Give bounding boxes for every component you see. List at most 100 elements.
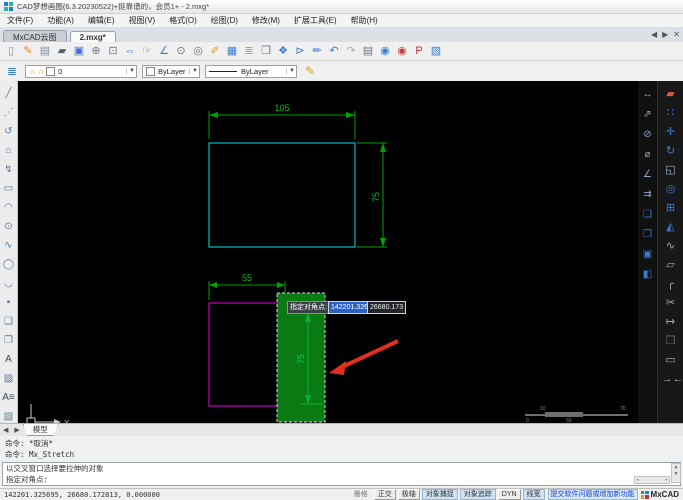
paste-object-icon[interactable]: ▣ <box>640 245 656 265</box>
text-style-icon[interactable]: ≣ <box>241 43 257 59</box>
copy-object-icon[interactable]: ❒ <box>640 225 656 245</box>
extend-icon[interactable]: ↦ <box>662 313 680 332</box>
mtext-icon[interactable]: A≡ <box>2 388 16 407</box>
send-display-icon[interactable]: ⊳ <box>292 43 308 59</box>
web-icon[interactable]: ◉ <box>377 43 393 59</box>
arc-3point-icon[interactable]: ◠ <box>2 198 16 217</box>
rotate-icon[interactable]: ↻ <box>662 142 680 161</box>
print-icon[interactable]: ▤ <box>360 43 376 59</box>
command-window[interactable]: 命令: *取消* 命令: Mx_Stretch 以交叉窗口选择要拉伸的对象 指定对角… <box>0 436 683 488</box>
dim-continue-icon[interactable]: ⇉ <box>640 185 656 205</box>
scale-icon[interactable]: ◱ <box>662 161 680 180</box>
image-export-icon[interactable]: ▧ <box>428 43 444 59</box>
menu-format[interactable]: 格式(O) <box>162 15 204 26</box>
explode-icon[interactable]: ❒ <box>662 332 680 351</box>
xline-icon[interactable]: ⋰ <box>2 103 16 122</box>
command-vscrollbar[interactable]: ▲ ▼ <box>671 463 681 483</box>
zoom-window-icon[interactable]: ⊡ <box>105 43 121 59</box>
dyn-input-x[interactable]: 142201.326 <box>328 301 371 314</box>
move-icon[interactable]: ✛ <box>662 123 680 142</box>
array-icon[interactable]: ⊞ <box>662 199 680 218</box>
menu-file[interactable]: 文件(F) <box>0 15 40 26</box>
image-icon[interactable]: ▨ <box>2 369 16 388</box>
status-dyn[interactable]: DYN <box>497 489 521 500</box>
menu-help[interactable]: 帮助(H) <box>344 15 385 26</box>
copy-clip-icon[interactable]: ❐ <box>258 43 274 59</box>
dim-radius-icon[interactable]: ⊘ <box>640 125 656 145</box>
copy-icon[interactable]: ∷ <box>662 104 680 123</box>
linetype-combo[interactable]: ByLayer ▼ <box>205 64 297 78</box>
open-folder-icon[interactable]: ▰ <box>54 43 70 59</box>
feedback-link[interactable]: 提交软件问题或增加新功能 <box>547 489 638 500</box>
save-icon[interactable]: ▤ <box>37 43 53 59</box>
spline-edit-icon[interactable]: ∿ <box>662 237 680 256</box>
menu-modify[interactable]: 修改(M) <box>245 15 287 26</box>
block-edit-icon[interactable]: ❒ <box>2 331 16 350</box>
drawing-canvas[interactable]: 105 75 55 75 0 10 50 70 指定对角点: 142201.32… <box>18 81 638 423</box>
join-icon[interactable]: →← <box>662 370 683 389</box>
dim-diameter-icon[interactable]: ⌀ <box>640 145 656 165</box>
polygon-icon[interactable]: ⌂ <box>2 141 16 160</box>
paste-block-icon[interactable]: ◧ <box>640 265 656 285</box>
fillet-icon[interactable]: ╭ <box>662 275 680 294</box>
ellipse-arc-icon[interactable]: ◡ <box>2 274 16 293</box>
stretch-icon[interactable]: ▱ <box>662 256 680 275</box>
status-osnap[interactable]: 对象捕捉 <box>421 489 458 500</box>
status-polar[interactable]: 极轴 <box>397 489 420 500</box>
entity-rectangle-top[interactable] <box>208 142 356 248</box>
circle-icon[interactable]: ⊙ <box>2 217 16 236</box>
command-hscrollbar[interactable]: ◂ ▸ <box>634 476 670 484</box>
draworder-pencil-icon[interactable]: ✎ <box>302 63 318 79</box>
redo-icon[interactable]: ↷ <box>343 43 359 59</box>
find-icon[interactable]: ◎ <box>190 43 206 59</box>
status-grid[interactable]: 栅格 <box>350 489 372 500</box>
new-file-icon[interactable]: ▯ <box>3 43 19 59</box>
rectangle-icon[interactable]: ▭ <box>2 179 16 198</box>
zoom-in-icon[interactable]: ⊕ <box>88 43 104 59</box>
command-input-area[interactable]: 以交叉窗口选择要拉伸的对象 指定对角点: <box>2 462 681 486</box>
menu-express-tools[interactable]: 扩展工具(E) <box>287 15 344 26</box>
arc-icon[interactable]: ↺ <box>2 122 16 141</box>
menu-edit[interactable]: 编辑(E) <box>81 15 122 26</box>
zoom-object-icon[interactable]: ⊙ <box>173 43 189 59</box>
dim-angular-icon[interactable]: ∠ <box>640 165 656 185</box>
table-icon[interactable]: ▦ <box>224 43 240 59</box>
status-lineweight[interactable]: 线宽 <box>522 489 545 500</box>
web-publish-icon[interactable]: ◉ <box>394 43 410 59</box>
ellipse-icon[interactable]: ◯ <box>2 255 16 274</box>
layout-next-icon[interactable]: ▶ <box>11 426 22 434</box>
status-otrack[interactable]: 对象追踪 <box>459 489 496 500</box>
mirror-icon[interactable]: ◭ <box>662 218 680 237</box>
entity-rectangle-bottom[interactable] <box>208 302 286 407</box>
annotate-save-icon[interactable]: ✏ <box>309 43 325 59</box>
measure-icon[interactable]: ∠ <box>156 43 172 59</box>
save-as-icon[interactable]: ▣ <box>71 43 87 59</box>
layer-manager-icon[interactable]: ≣ <box>4 63 20 79</box>
layer-combo[interactable]: ☼ ∩ 0 ▼ <box>25 64 137 78</box>
erase-icon[interactable]: ▰ <box>662 85 680 104</box>
tab-next-icon[interactable]: ▶ <box>662 30 668 39</box>
menu-view[interactable]: 视图(V) <box>122 15 163 26</box>
model-tab[interactable]: 模型 <box>22 424 58 436</box>
tab-prev-icon[interactable]: ◀ <box>651 30 657 39</box>
point-icon[interactable]: ▪ <box>2 293 16 312</box>
tab-close-icon[interactable]: ✕ <box>673 30 680 39</box>
menu-function[interactable]: 功能(A) <box>40 15 81 26</box>
pdf-export-icon[interactable]: P <box>411 43 427 59</box>
spline-icon[interactable]: ∿ <box>2 236 16 255</box>
offset-icon[interactable]: ◎ <box>662 180 680 199</box>
undo-icon[interactable]: ↶ <box>326 43 342 59</box>
layout-prev-icon[interactable]: ◀ <box>0 426 11 434</box>
break-icon[interactable]: ▭ <box>662 351 680 370</box>
zoom-extents-icon[interactable]: ⇔ <box>122 43 138 59</box>
draw-order-icon[interactable]: ✐ <box>207 43 223 59</box>
trim-icon[interactable]: ✂ <box>662 294 680 313</box>
dim-linear-icon[interactable]: ↔ <box>640 85 656 105</box>
insert-block-icon[interactable]: ❏ <box>2 312 16 331</box>
open-drawing-icon[interactable]: ✎ <box>20 43 36 59</box>
polyline-icon[interactable]: ↯ <box>2 160 16 179</box>
text-icon[interactable]: A <box>2 350 16 369</box>
dyn-input-y[interactable]: 26680.173 <box>367 301 407 314</box>
color-combo[interactable]: ByLayer ▼ <box>142 64 200 78</box>
dim-aligned-icon[interactable]: ⇗ <box>640 105 656 125</box>
